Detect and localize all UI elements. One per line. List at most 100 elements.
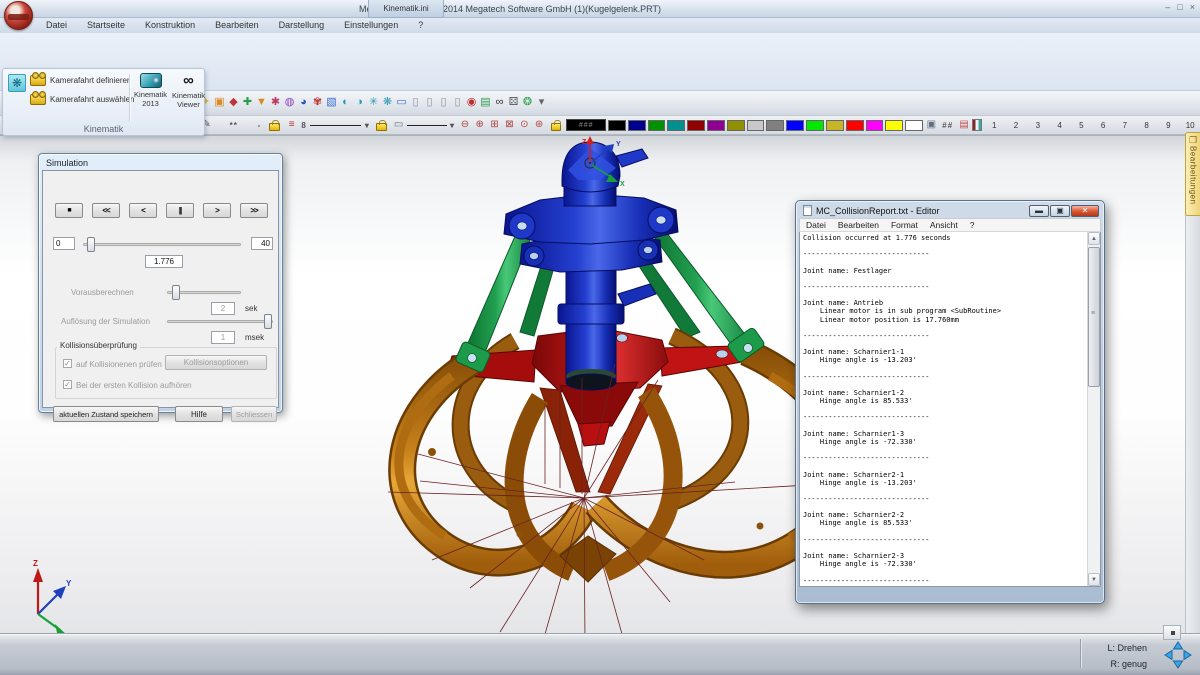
time-slider[interactable]	[83, 243, 241, 246]
menu-tab-?[interactable]: ?	[408, 18, 433, 33]
zoom-in-icon[interactable]: ⊕	[473, 118, 486, 132]
current-time-input[interactable]	[145, 255, 183, 268]
help-button[interactable]: Hilfe	[175, 406, 223, 422]
editor-menu-format[interactable]: Format	[885, 220, 924, 230]
current-color-box[interactable]: ###	[566, 119, 606, 131]
color-swatch[interactable]	[747, 120, 765, 131]
editor-scrollbar[interactable]: ▲ ▼	[1087, 232, 1100, 586]
color-swatch[interactable]	[905, 120, 923, 131]
pause-button[interactable]: ||	[166, 203, 194, 218]
camera-path-define-button[interactable]: Kamerafahrt definieren	[30, 73, 131, 88]
step-back-button[interactable]: <	[129, 203, 157, 218]
editor-menu-ansicht[interactable]: Ansicht	[924, 220, 964, 230]
menu-tab-darstellung[interactable]: Darstellung	[269, 18, 335, 33]
color-swatch[interactable]	[608, 120, 626, 131]
toolbar-field[interactable]: ##	[940, 121, 956, 130]
range-max-input[interactable]	[251, 237, 273, 250]
render-brush-icon[interactable]: ✾	[311, 94, 324, 112]
ruler-icon[interactable]: ▭	[392, 118, 405, 132]
check-collisions-checkbox[interactable]: ✓	[63, 359, 72, 368]
color-swatch[interactable]	[846, 120, 864, 131]
disc-a-icon[interactable]: ◐	[339, 94, 352, 112]
rewind-button[interactable]: <<	[92, 203, 120, 218]
editor-menu-bearbeiten[interactable]: Bearbeiten	[832, 220, 885, 230]
color-swatch[interactable]	[667, 120, 685, 131]
close-dialog-button[interactable]: Schliessen	[231, 406, 277, 422]
toolbar-field[interactable]: ▾	[449, 121, 457, 130]
color-swatch[interactable]	[826, 120, 844, 131]
zoom-previous-icon[interactable]: ⊙	[518, 118, 531, 132]
precompute-slider[interactable]	[167, 291, 241, 294]
editor-menu-?[interactable]: ?	[964, 220, 981, 230]
resolution-slider-thumb[interactable]	[264, 314, 272, 329]
menu-tab-konstruktion[interactable]: Konstruktion	[135, 18, 205, 33]
layer-number-7[interactable]: 7	[1115, 121, 1135, 130]
globe-icon[interactable]: ◕	[297, 94, 310, 112]
toolbar-field[interactable]: 8	[300, 121, 308, 130]
line-sample[interactable]	[407, 125, 447, 126]
simulation-dialog-title[interactable]: Simulation	[42, 156, 279, 170]
box-blue-icon[interactable]: ▧	[325, 94, 338, 112]
monitor-icon[interactable]: ▭	[395, 94, 408, 112]
layer-number-10[interactable]: 10	[1180, 121, 1200, 130]
menu-tab-startseite[interactable]: Startseite	[77, 18, 135, 33]
add-part-icon[interactable]: ✚	[241, 94, 254, 112]
doc-check-icon[interactable]: ▤	[479, 94, 492, 112]
fast-forward-button[interactable]: >>	[240, 203, 268, 218]
camera-path-select-button[interactable]: Kamerafahrt auswählen	[30, 92, 135, 107]
layer-number-6[interactable]: 6	[1093, 121, 1113, 130]
line-sample[interactable]	[310, 125, 361, 126]
toolbar-field[interactable]: ▾	[363, 121, 371, 130]
color-swatch[interactable]	[707, 120, 725, 131]
zoom-out-icon[interactable]: ⊖	[458, 118, 471, 132]
minimize-button[interactable]: –	[1165, 2, 1170, 12]
binoculars-icon[interactable]: ∞	[493, 94, 506, 112]
stop-first-collision-checkbox[interactable]: ✓	[63, 380, 72, 389]
menu-tab-bearbeiten[interactable]: Bearbeiten	[205, 18, 269, 33]
color-swatch[interactable]	[885, 120, 903, 131]
canvas-corner-button[interactable]	[1163, 625, 1181, 640]
cylinder-a-icon[interactable]: ▯	[409, 94, 422, 112]
color-swatch[interactable]	[687, 120, 705, 131]
torus-icon[interactable]: ◍	[283, 94, 296, 112]
palette-list-icon[interactable]: ▤	[958, 118, 971, 132]
color-wheel-icon[interactable]: ❂	[521, 94, 534, 112]
wheel-a-icon[interactable]: ✳	[367, 94, 380, 112]
zoom-window-icon[interactable]: ⊞	[488, 118, 501, 132]
layer-number-2[interactable]: 2	[1006, 121, 1026, 130]
toolbar-field[interactable]: **	[215, 121, 253, 130]
cylinder-d-icon[interactable]: ▯	[451, 94, 464, 112]
more-icon[interactable]: ▾	[535, 94, 548, 112]
pan-arrows-icon[interactable]	[1164, 641, 1192, 669]
collision-options-button[interactable]: Kollisionsoptionen	[165, 355, 267, 370]
scroll-up-icon[interactable]: ▲	[1088, 232, 1100, 245]
disc-b-icon[interactable]: ◑	[353, 94, 366, 112]
kinematik-2013-button[interactable]: Kinematik 2013	[132, 72, 169, 124]
figure-icon[interactable]: ✱	[269, 94, 282, 112]
editor-menu-datei[interactable]: Datei	[800, 220, 832, 230]
kinematik-module-icon[interactable]: ❋	[8, 74, 26, 92]
precompute-slider-thumb[interactable]	[172, 285, 180, 300]
layer-flag-icon[interactable]	[972, 119, 982, 131]
dice-icon[interactable]: ⚄	[507, 94, 520, 112]
line-type-icon[interactable]: ≡	[285, 118, 298, 132]
editor-text-area[interactable]: Collision occurred at 1.776 seconds ----…	[799, 232, 1101, 587]
color-swatch[interactable]	[628, 120, 646, 131]
range-min-input[interactable]	[53, 237, 75, 250]
kinematik-viewer-button[interactable]: ∞ Kinematik Viewer	[170, 72, 207, 124]
layer-number-4[interactable]: 4	[1050, 121, 1070, 130]
zoom-all-icon[interactable]: ⊛	[533, 118, 546, 132]
scroll-down-icon[interactable]: ▼	[1088, 573, 1100, 586]
zoom-fit-icon[interactable]: ⊠	[503, 118, 516, 132]
layer-number-1[interactable]: 1	[984, 121, 1004, 130]
doc-tab-kinematik-ini[interactable]: Kinematik.ini	[368, 0, 444, 18]
precompute-value-input[interactable]	[211, 302, 235, 315]
time-slider-thumb[interactable]	[87, 237, 95, 252]
layer-number-8[interactable]: 8	[1137, 121, 1157, 130]
mpeg-icon[interactable]: ◉	[465, 94, 478, 112]
color-swatch[interactable]	[766, 120, 784, 131]
color-swatch[interactable]	[786, 120, 804, 131]
megacad-logo-icon[interactable]	[4, 1, 33, 30]
save-state-button[interactable]: aktuellen Zustand speichern	[53, 406, 159, 422]
editor-maximize-button[interactable]: ▣	[1050, 205, 1070, 217]
